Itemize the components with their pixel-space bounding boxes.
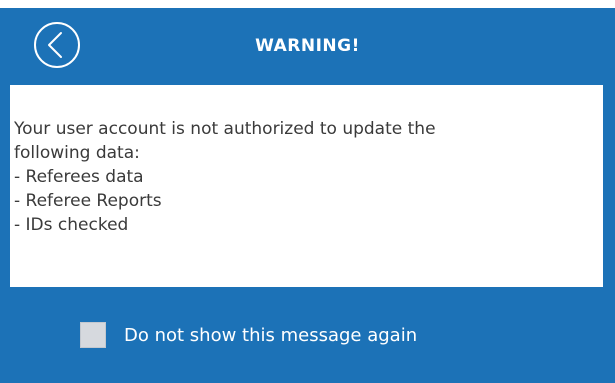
message-text: Your user account is not authorized to u… <box>14 117 599 237</box>
message-line: - Referees data <box>14 167 144 187</box>
dont-show-again-checkbox[interactable] <box>80 322 106 348</box>
top-strip <box>0 0 615 8</box>
dont-show-again-option[interactable]: Do not show this message again <box>80 320 417 350</box>
message-box: Your user account is not authorized to u… <box>10 85 603 287</box>
dialog-footer: Do not show this message again <box>0 287 615 383</box>
warning-dialog: WARNING! Your user account is not author… <box>0 8 615 383</box>
message-line: - IDs checked <box>14 215 129 235</box>
dont-show-again-label[interactable]: Do not show this message again <box>124 325 417 346</box>
message-line: - Referee Reports <box>14 191 162 211</box>
message-line: following data: <box>14 143 140 163</box>
dialog-title: WARNING! <box>255 36 360 56</box>
dialog-header: WARNING! <box>0 8 615 85</box>
message-line: Your user account is not authorized to u… <box>14 119 436 139</box>
